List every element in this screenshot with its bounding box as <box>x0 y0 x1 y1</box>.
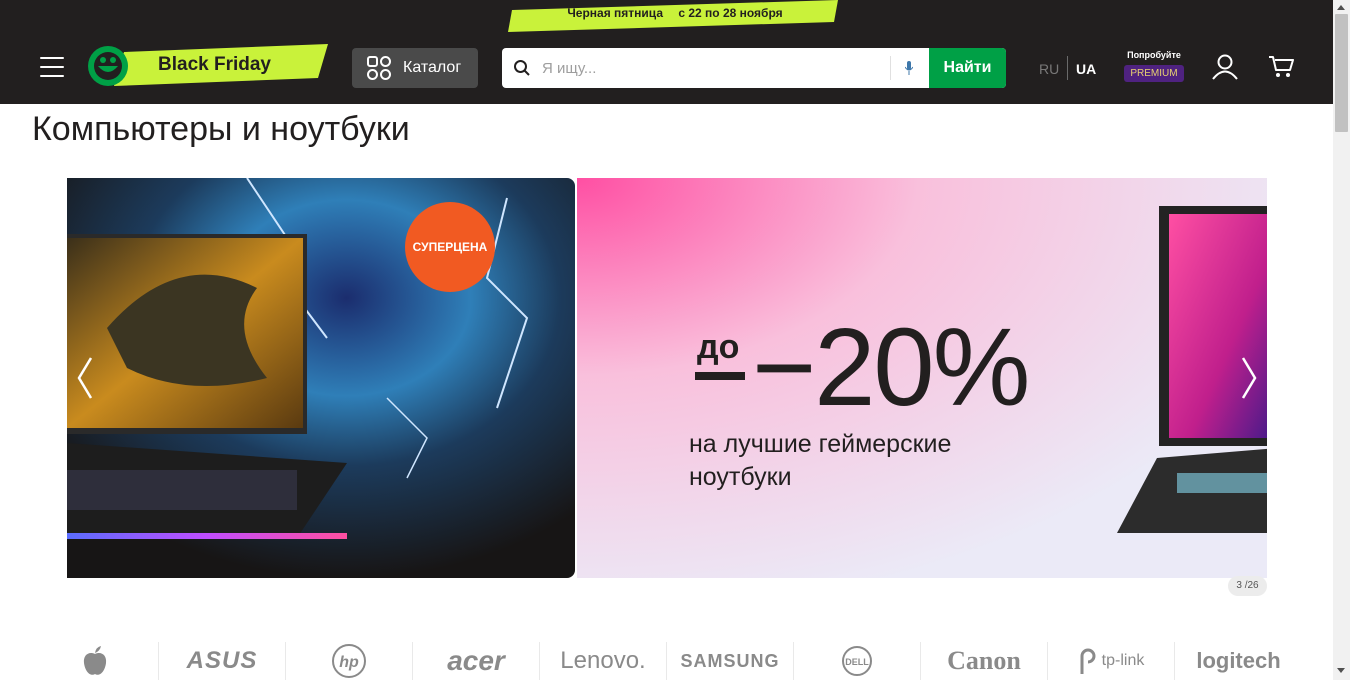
apple-logo-icon <box>83 646 107 675</box>
acer-logo: acer <box>447 645 505 676</box>
scroll-thumb[interactable] <box>1335 14 1348 132</box>
promo-banner[interactable]: Черная пятница с 22 по 28 ноября <box>508 0 842 32</box>
microphone-icon <box>905 61 913 75</box>
samsung-logo: SAMSUNG <box>680 650 780 671</box>
brand-tplink[interactable]: tp-link <box>1048 642 1175 680</box>
brand-lenovo[interactable]: Lenovo. <box>540 642 667 680</box>
discount-subtitle: на лучшие геймерские ноутбуки <box>689 430 952 491</box>
lang-divider <box>1067 56 1068 80</box>
logitech-logo: logitech <box>1196 648 1281 673</box>
user-icon[interactable] <box>1212 54 1238 80</box>
catalog-label: Каталог <box>403 59 462 76</box>
header: Black Friday Каталог Найти RU UA Попробу… <box>0 32 1333 104</box>
brand-canon[interactable]: Canon <box>921 642 1048 680</box>
search-bar: Найти <box>502 48 1006 88</box>
carousel-slide[interactable]: СУПЕРЦЕНА <box>67 178 575 578</box>
scroll-down-icon[interactable] <box>1337 668 1345 673</box>
promo-strip: Черная пятница с 22 по 28 ноября <box>0 0 1333 32</box>
catalog-icon <box>367 56 391 80</box>
page-title: Компьютеры и ноутбуки <box>32 110 410 148</box>
promo-title: Черная пятница <box>567 6 663 20</box>
lenovo-logo: Lenovo. <box>560 647 646 674</box>
gaming-laptop-dragon-image <box>67 178 575 578</box>
logo[interactable]: Black Friday <box>84 42 330 90</box>
page-scrollbar[interactable] <box>1333 0 1350 680</box>
tplink-logo: tp-link <box>1101 652 1145 669</box>
voice-search-button[interactable] <box>890 56 928 80</box>
find-button[interactable]: Найти <box>929 48 1006 88</box>
promo-carousel: СУПЕРЦЕНА до −20% на лучшие геймерские н… <box>67 178 1267 578</box>
premium-try-label: Попробуйте <box>1127 50 1181 60</box>
canon-logo: Canon <box>947 646 1021 675</box>
discount-value: −20% <box>752 306 1030 429</box>
logo-label: Black Friday <box>158 54 271 75</box>
premium-badge: PREMIUM <box>1124 65 1184 82</box>
promo-dates: с 22 по 28 ноября <box>678 6 783 20</box>
carousel-prev-icon[interactable] <box>71 356 101 400</box>
discount-dash <box>695 372 745 380</box>
carousel-next-icon[interactable] <box>1233 356 1263 400</box>
brand-samsung[interactable]: SAMSUNG <box>667 642 794 680</box>
carousel-slide[interactable]: до −20% на лучшие геймерские ноутбуки <box>577 178 1267 578</box>
cart-icon[interactable] <box>1268 55 1294 79</box>
scroll-up-icon[interactable] <box>1337 5 1345 10</box>
brand-dell[interactable]: DELL <box>794 642 921 680</box>
tplink-icon <box>1080 648 1096 674</box>
hp-logo-label: hp <box>339 654 359 671</box>
search-icon <box>514 60 530 76</box>
carousel-counter: 3 /26 <box>1228 576 1267 596</box>
hp-logo: hp <box>332 644 366 678</box>
asus-logo: ASUS <box>186 647 258 674</box>
brand-logitech[interactable]: logitech <box>1175 642 1302 680</box>
brand-apple[interactable] <box>32 642 159 680</box>
lang-ua[interactable]: UA <box>1076 61 1096 77</box>
search-input[interactable] <box>542 48 882 88</box>
premium-promo[interactable]: Попробуйте PREMIUM <box>1120 50 1188 82</box>
menu-icon[interactable] <box>40 57 64 77</box>
discount-prefix: до <box>697 328 740 366</box>
brand-asus[interactable]: ASUS <box>159 642 286 680</box>
dell-logo: DELL <box>842 646 872 676</box>
dell-logo-label: DELL <box>845 657 869 667</box>
superprice-badge: СУПЕРЦЕНА <box>405 202 495 292</box>
brand-acer[interactable]: acer <box>413 642 540 680</box>
lang-ru[interactable]: RU <box>1039 61 1059 77</box>
brand-hp[interactable]: hp <box>286 642 413 680</box>
brand-strip: ASUS hp acer Lenovo. SAMSUNG DELL Canon … <box>32 642 1302 682</box>
catalog-button[interactable]: Каталог <box>352 48 478 88</box>
